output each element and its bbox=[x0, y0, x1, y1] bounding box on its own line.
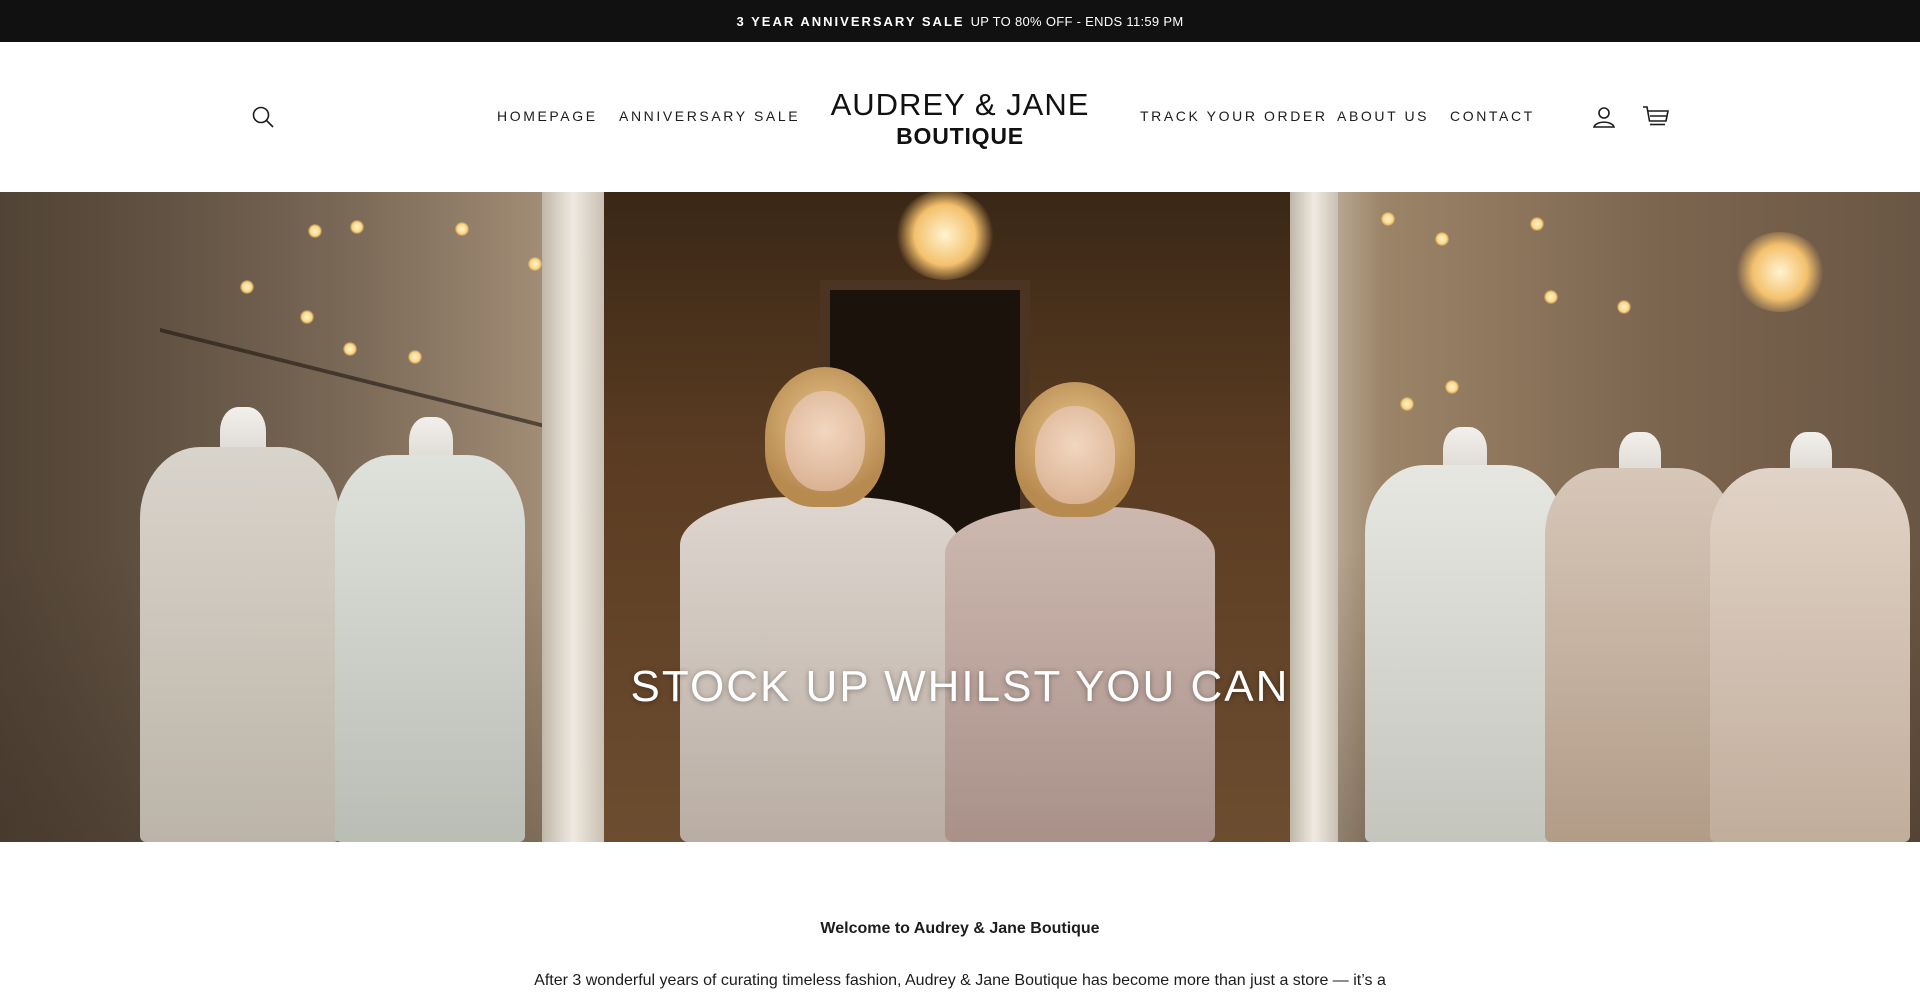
hero-mannequin bbox=[335, 417, 525, 842]
hero-person bbox=[945, 382, 1215, 842]
hero-title: STOCK UP WHILST YOU CAN bbox=[630, 662, 1290, 711]
hero-bulb bbox=[1381, 212, 1395, 226]
account-button[interactable] bbox=[1589, 102, 1619, 132]
hero-mannequin bbox=[1545, 432, 1735, 842]
hero-lamp bbox=[1735, 232, 1825, 312]
nav-about-us[interactable]: ABOUT US bbox=[1337, 108, 1429, 124]
hero-mannequin bbox=[1710, 432, 1910, 842]
announcement-highlight: 3 YEAR ANNIVERSARY SALE bbox=[736, 13, 965, 29]
hero-bulb bbox=[528, 257, 542, 271]
site-logo[interactable]: AUDREY & JANE BOUTIQUE bbox=[830, 88, 1090, 150]
welcome-title: Welcome to Audrey & Jane Boutique bbox=[820, 920, 1100, 937]
search-button[interactable] bbox=[248, 102, 278, 132]
hero-bulb bbox=[1435, 232, 1449, 246]
nav-contact[interactable]: CONTACT bbox=[1450, 108, 1535, 124]
cart-icon bbox=[1643, 106, 1669, 126]
welcome-text: After 3 wonderful years of curating time… bbox=[534, 972, 1386, 989]
hero-bulb bbox=[408, 350, 422, 364]
hero-bulb bbox=[343, 342, 357, 356]
hero-mannequin bbox=[140, 407, 340, 842]
hero-bulb bbox=[1445, 380, 1459, 394]
hero-bulb bbox=[1400, 397, 1414, 411]
hero-door-frame-left bbox=[542, 192, 604, 842]
hero-person bbox=[680, 367, 960, 842]
nav-anniversary-sale[interactable]: ANNIVERSARY SALE bbox=[619, 108, 800, 124]
user-icon bbox=[1592, 107, 1616, 128]
site-header: HOMEPAGE ANNIVERSARY SALE AUDREY & JANE … bbox=[0, 42, 1920, 192]
hero-lamp bbox=[895, 192, 995, 280]
hero-bulb bbox=[1530, 217, 1544, 231]
hero-bulb bbox=[1544, 290, 1558, 304]
nav-homepage[interactable]: HOMEPAGE bbox=[497, 108, 598, 124]
hero-bulb bbox=[308, 224, 322, 238]
search-icon bbox=[252, 106, 274, 128]
logo-line1: AUDREY & JANE bbox=[830, 87, 1090, 122]
nav-track-your-order[interactable]: TRACK YOUR ORDER bbox=[1140, 108, 1328, 124]
hero-banner: STOCK UP WHILST YOU CAN bbox=[0, 192, 1920, 842]
hero-bulb bbox=[1617, 300, 1631, 314]
logo-line2: BOUTIQUE bbox=[896, 123, 1024, 149]
announcement-bar: 3 YEAR ANNIVERSARY SALE UP TO 80% OFF - … bbox=[0, 0, 1920, 42]
hero-door-frame-right bbox=[1290, 192, 1338, 842]
hero-bulb bbox=[455, 222, 469, 236]
cart-button[interactable] bbox=[1640, 101, 1672, 133]
hero-bulb bbox=[350, 220, 364, 234]
hero-mannequin bbox=[1365, 427, 1565, 842]
hero-bulb bbox=[300, 310, 314, 324]
announcement-text: UP TO 80% OFF - ENDS 11:59 PM bbox=[970, 13, 1184, 29]
hero-bulb bbox=[240, 280, 254, 294]
